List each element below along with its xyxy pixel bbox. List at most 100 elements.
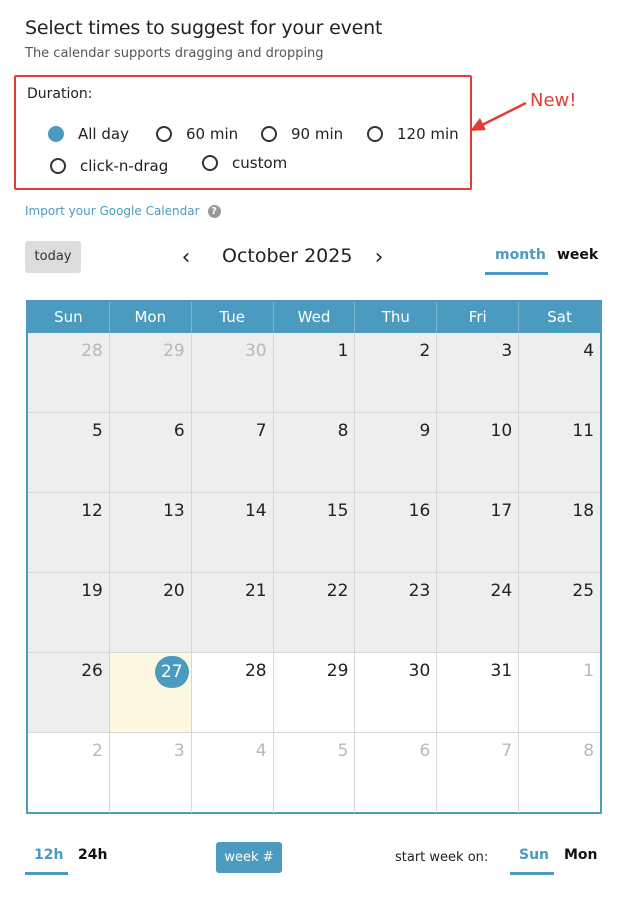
calendar-day-cell[interactable]: 7 [191, 413, 274, 493]
day-number: 25 [572, 581, 595, 601]
calendar-day-cell[interactable]: 22 [273, 573, 356, 653]
day-number: 10 [490, 421, 513, 441]
calendar-day-cell[interactable]: 8 [273, 413, 356, 493]
calendar-day-cell[interactable]: 28 [28, 333, 110, 413]
start-week-active-indicator [510, 872, 554, 875]
calendar-week-row: 5 6 7 8 9 10 11 [28, 413, 601, 493]
start-week-mon-tab[interactable]: Mon [564, 847, 598, 863]
radio-unselected-icon[interactable] [156, 126, 172, 142]
calendar-day-cell[interactable]: 29 [273, 653, 356, 733]
calendar-day-cell[interactable]: 6 [109, 413, 192, 493]
calendar-day-cell[interactable]: 26 [28, 653, 110, 733]
calendar-day-cell[interactable]: 8 [519, 733, 600, 813]
calendar-day-cell[interactable]: 13 [109, 493, 192, 573]
calendar-day-cell[interactable]: 30 [191, 333, 274, 413]
start-week-sun-tab[interactable]: Sun [519, 847, 549, 863]
today-button[interactable]: today [25, 241, 81, 273]
radio-unselected-icon[interactable] [50, 158, 66, 174]
calendar-day-cell[interactable]: 31 [437, 653, 520, 733]
week-number-button[interactable]: week # [216, 842, 282, 873]
day-number: 29 [163, 341, 185, 361]
duration-option-label: custom [232, 154, 288, 172]
calendar-day-cell[interactable]: 20 [109, 573, 192, 653]
calendar-day-cell[interactable]: 2 [28, 733, 110, 813]
calendar-day-cell[interactable]: 24 [437, 573, 520, 653]
day-number: 30 [408, 661, 431, 681]
day-number: 6 [173, 421, 185, 441]
tab-month-view[interactable]: month [495, 247, 546, 263]
calendar-day-cell[interactable]: 4 [192, 733, 274, 813]
calendar-day-cell[interactable]: 12 [28, 493, 110, 573]
day-number: 5 [337, 741, 349, 761]
day-number: 30 [244, 341, 267, 361]
prev-month-icon[interactable]: ‹ [178, 245, 194, 270]
day-number: 7 [501, 741, 513, 761]
day-number: 1 [583, 661, 595, 681]
calendar-day-cell[interactable]: 10 [437, 413, 520, 493]
duration-option-all-day[interactable]: All day [48, 125, 129, 143]
calendar-day-cell[interactable]: 28 [191, 653, 274, 733]
import-google-calendar-link[interactable]: Import your Google Calendar ? [25, 204, 221, 218]
time-format-12h-tab[interactable]: 12h [34, 847, 63, 863]
calendar-day-cell[interactable]: 7 [437, 733, 520, 813]
duration-label: Duration: [27, 86, 93, 102]
weekday-header-wed: Wed [274, 302, 356, 333]
calendar-day-cell[interactable]: 11 [519, 413, 601, 493]
calendar-day-cell[interactable]: 2 [355, 333, 438, 413]
duration-option-click-n-drag[interactable]: click-n-drag [50, 157, 168, 175]
day-number: 8 [583, 741, 595, 761]
duration-option-label: 90 min [291, 125, 344, 143]
calendar-day-cell[interactable]: 29 [109, 333, 192, 413]
calendar-day-cell[interactable]: 19 [28, 573, 110, 653]
calendar-day-cell[interactable]: 5 [28, 413, 110, 493]
day-number: 7 [255, 421, 267, 441]
weekday-header-tue: Tue [192, 302, 274, 333]
radio-unselected-icon[interactable] [202, 155, 218, 171]
radio-selected-icon[interactable] [48, 126, 64, 142]
calendar-day-cell[interactable]: 5 [274, 733, 356, 813]
duration-option-label: click-n-drag [80, 157, 169, 175]
day-number: 19 [81, 581, 103, 601]
next-month-icon[interactable]: › [371, 245, 387, 270]
radio-unselected-icon[interactable] [367, 126, 383, 142]
calendar-day-cell[interactable]: 1 [519, 653, 601, 733]
calendar-day-cell[interactable]: 18 [519, 493, 601, 573]
day-number: 17 [490, 501, 513, 521]
calendar-day-cell[interactable]: 30 [355, 653, 438, 733]
calendar-day-cell[interactable]: 23 [355, 573, 438, 653]
day-number: 6 [419, 741, 431, 761]
day-number: 28 [244, 661, 267, 681]
radio-unselected-icon[interactable] [261, 126, 277, 142]
calendar-day-cell[interactable]: 25 [519, 573, 601, 653]
calendar-day-cell[interactable]: 1 [273, 333, 356, 413]
duration-option-120-min[interactable]: 120 min [367, 125, 459, 143]
calendar-day-cell[interactable]: 3 [110, 733, 192, 813]
time-format-24h-tab[interactable]: 24h [78, 847, 107, 863]
duration-option-60-min[interactable]: 60 min [156, 125, 238, 143]
today-day-number: 27 [154, 656, 189, 688]
duration-option-custom[interactable]: custom [202, 154, 287, 172]
calendar-day-cell[interactable]: 15 [273, 493, 356, 573]
day-number: 21 [244, 581, 267, 601]
calendar-day-cell[interactable]: 17 [437, 493, 520, 573]
calendar-weekday-header: Sun Mon Tue Wed Thu Fri Sat [28, 302, 600, 333]
duration-option-90-min[interactable]: 90 min [261, 125, 343, 143]
calendar-day-cell[interactable]: 6 [355, 733, 438, 813]
calendar-day-cell[interactable]: 16 [355, 493, 438, 573]
day-number: 4 [583, 341, 595, 361]
calendar-day-cell-today[interactable]: 27 [109, 653, 192, 733]
calendar-day-cell[interactable]: 9 [355, 413, 438, 493]
calendar-day-cell[interactable]: 3 [437, 333, 520, 413]
calendar-day-cell[interactable]: 14 [191, 493, 274, 573]
import-link-label: Import your Google Calendar [25, 204, 200, 218]
day-number: 29 [326, 661, 349, 681]
help-icon[interactable]: ? [207, 204, 221, 218]
day-number: 2 [92, 741, 103, 761]
day-number: 12 [81, 501, 103, 521]
month-calendar-grid: Sun Mon Tue Wed Thu Fri Sat 28 29 30 1 2… [26, 300, 602, 814]
tab-week-view[interactable]: week [557, 247, 598, 263]
calendar-day-cell[interactable]: 4 [519, 333, 601, 413]
day-number: 22 [326, 581, 349, 601]
calendar-day-cell[interactable]: 21 [191, 573, 274, 653]
weekday-header-thu: Thu [355, 302, 438, 333]
